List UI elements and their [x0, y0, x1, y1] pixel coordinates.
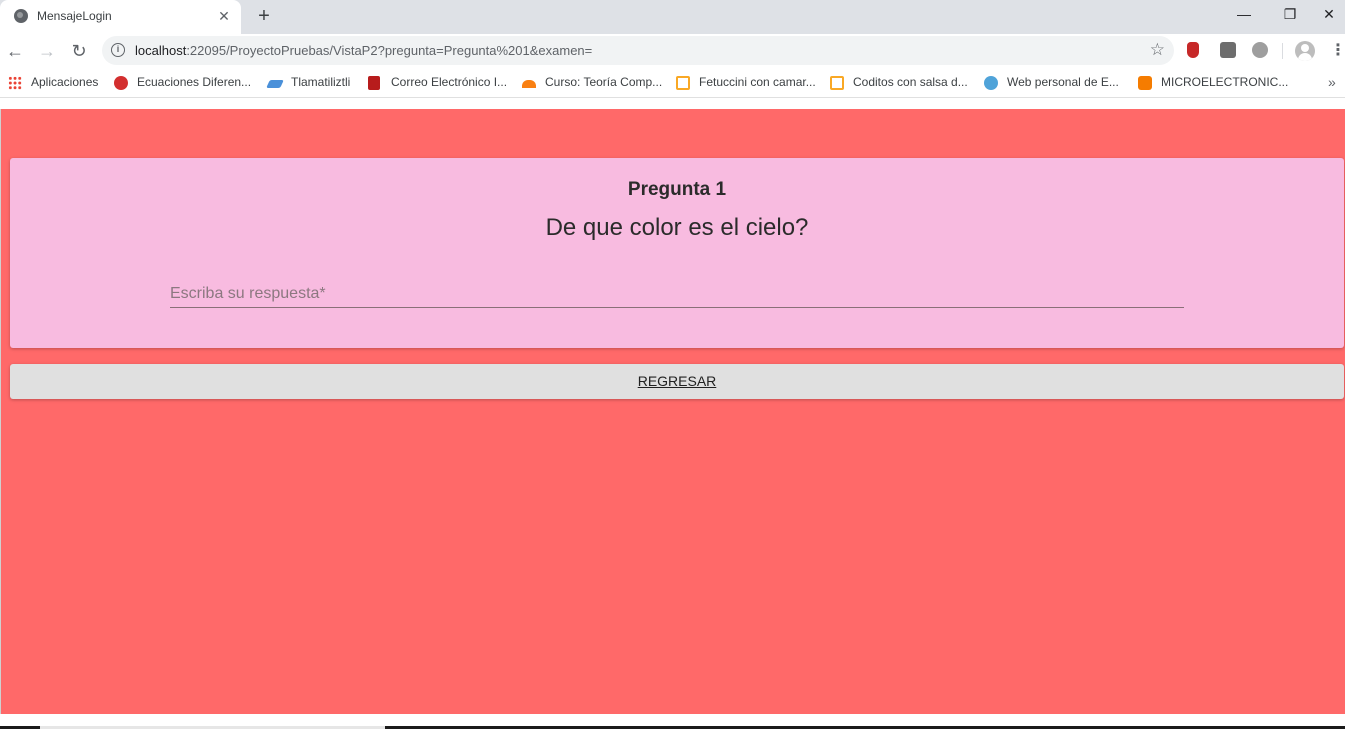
bookmark-label: Aplicaciones — [31, 75, 99, 89]
tab-title: MensajeLogin — [37, 9, 112, 23]
maximize-button[interactable]: ❐ — [1267, 0, 1313, 30]
network-icon — [984, 76, 998, 90]
back-button-regresar[interactable]: REGRESAR — [10, 364, 1344, 399]
answer-field[interactable] — [170, 278, 1184, 308]
more-bookmarks-icon[interactable]: » — [1328, 74, 1336, 90]
bookmark-label: Curso: Teoría Comp... — [545, 75, 663, 89]
puzzle-extension-icon[interactable] — [1252, 42, 1268, 58]
url-text[interactable]: localhost:22095/ProyectoPruebas/VistaP2?… — [135, 43, 592, 58]
toolbar-divider — [1282, 43, 1283, 59]
apple-icon — [114, 76, 128, 90]
page-content: Pregunta 1 De que color es el cielo? REG… — [0, 109, 1345, 714]
bookmark-star-icon[interactable]: ☆ — [1150, 40, 1165, 60]
new-tab-button[interactable]: + — [254, 6, 274, 26]
bookmarks-bar: Aplicaciones Ecuaciones Diferen... Tlama… — [0, 68, 1345, 98]
pen-icon — [266, 80, 284, 88]
question-text: De que color es el cielo? — [545, 214, 809, 241]
bookmark-label: Ecuaciones Diferen... — [137, 75, 252, 89]
question-card: Pregunta 1 De que color es el cielo? — [10, 158, 1344, 348]
blogger-icon — [1138, 76, 1152, 90]
browser-tab[interactable]: MensajeLogin ✕ — [0, 0, 241, 34]
menu-icon[interactable]: ⋮ — [1330, 40, 1345, 62]
bookmark-label: Fetuccini con camar... — [699, 75, 816, 89]
bookmark-label: MICROELECTRONIC... — [1161, 75, 1289, 89]
forward-button[interactable]: → — [36, 40, 58, 62]
back-button[interactable]: ← — [4, 40, 26, 62]
browser-toolbar: ← → ↻ i localhost:22095/ProyectoPruebas/… — [0, 34, 1345, 68]
close-window-button[interactable]: ✕ — [1313, 0, 1345, 30]
apps-icon — [8, 76, 22, 90]
url-path: :22095/ProyectoPruebas/VistaP2?pregunta=… — [186, 43, 593, 58]
recipe-box-icon — [830, 76, 844, 90]
globe-icon — [14, 9, 28, 23]
title-bar: MensajeLogin ✕ + — ❐ ✕ — [0, 0, 1345, 34]
url-host: localhost — [135, 43, 187, 58]
bookmark-label: Web personal de E... — [1007, 75, 1119, 89]
bookmark-label: Correo Electrónico I... — [391, 75, 508, 89]
moodle-icon — [522, 80, 536, 88]
shield-extension-icon[interactable] — [1187, 42, 1199, 58]
bag-extension-icon[interactable] — [1220, 42, 1236, 58]
info-icon[interactable]: i — [111, 43, 125, 57]
profile-avatar-icon[interactable] — [1295, 41, 1315, 61]
university-icon — [368, 76, 380, 90]
bookmark-label: Tlamatiliztli — [291, 75, 351, 89]
address-bar[interactable]: i localhost:22095/ProyectoPruebas/VistaP… — [102, 36, 1174, 65]
reload-button[interactable]: ↻ — [68, 40, 90, 62]
bookmark-label: Coditos con salsa d... — [853, 75, 968, 89]
question-number: Pregunta 1 — [627, 179, 727, 200]
answer-input[interactable] — [170, 278, 1184, 306]
close-tab-icon[interactable]: ✕ — [216, 8, 232, 24]
recipe-box-icon — [676, 76, 690, 90]
minimize-button[interactable]: — — [1221, 0, 1267, 30]
